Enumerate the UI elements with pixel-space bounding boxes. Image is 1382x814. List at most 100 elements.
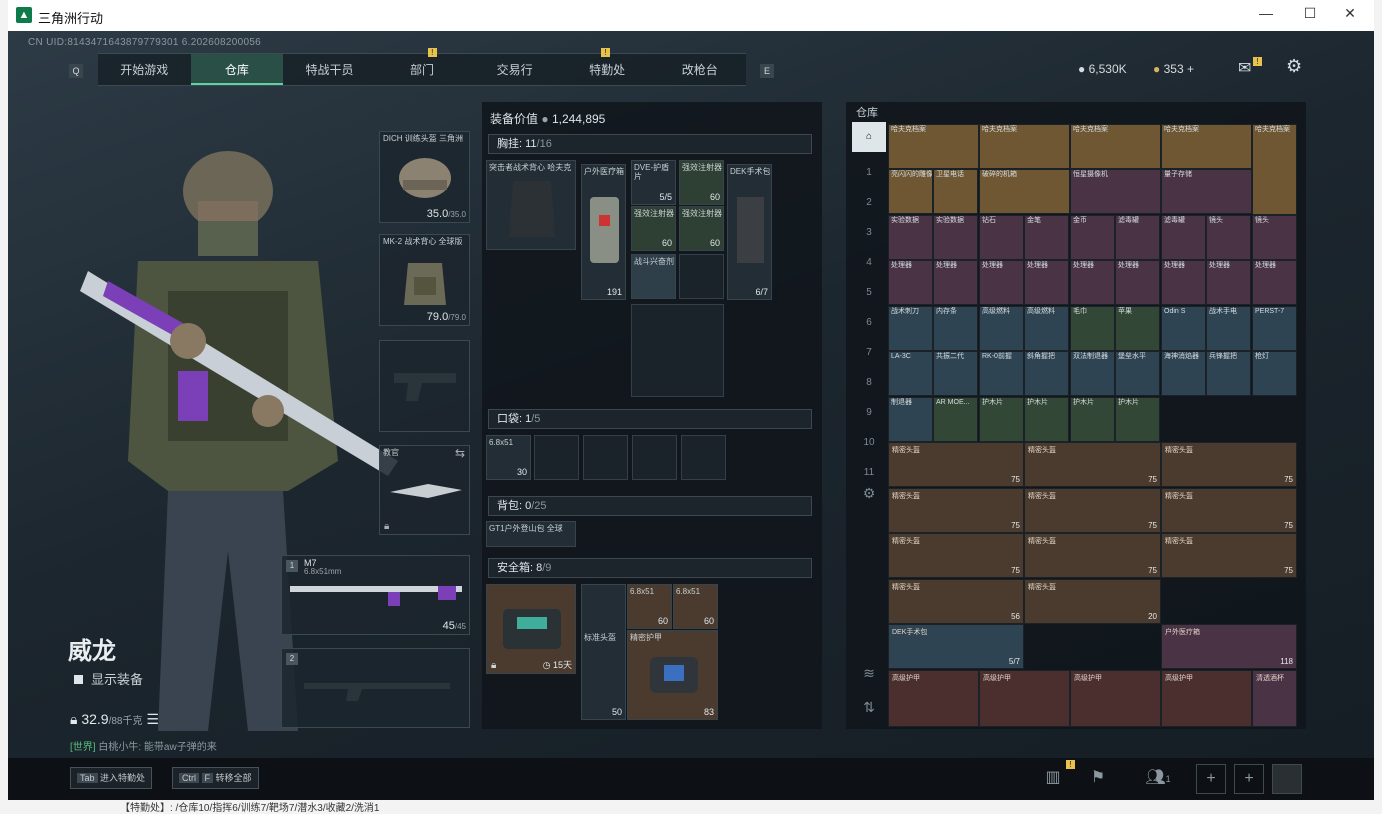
stash-settings-icon[interactable]: ⚙ [852,478,886,508]
stash-item[interactable]: Odin S [1161,306,1206,351]
minimize-button[interactable]: — [1246,5,1286,25]
stash-helmet-item[interactable]: 精密头盔 75 [1024,442,1161,487]
coin-plus-button[interactable]: + [1187,62,1194,76]
injector-item-3[interactable]: 强效注射器 60 [679,206,724,251]
stash-item[interactable]: 护木片 [979,397,1024,442]
stash-item[interactable]: 亮闪闪的雕像 [888,169,933,214]
medkit-item[interactable]: 户外医疗箱 191 [581,164,626,300]
stash-helmet-item[interactable]: 精密头盔 75 [1024,533,1161,578]
stash-item[interactable]: 共振二代 [933,351,978,396]
stash-item[interactable]: LA-3C [888,351,933,396]
stash-tab-9[interactable]: 9 [852,398,886,428]
stash-item[interactable]: 哈夫克档案 [979,124,1070,169]
stash-armor-item[interactable]: 高级护甲 [888,670,979,727]
stash-helmet-item[interactable]: 精密头盔 75 [1161,488,1297,533]
stash-tab-10[interactable]: 10 [852,428,886,458]
empty-cell[interactable] [631,304,724,397]
stash-tab-3[interactable]: 3 [852,218,886,248]
stash-tab-4[interactable]: 4 [852,248,886,278]
list-icon[interactable]: ☰ [146,711,159,727]
stash-item[interactable]: 镜头 [1206,215,1251,260]
friends-button[interactable]: 👥︎1 [1138,764,1178,794]
show-equipment-toggle[interactable]: 显示装备 [74,669,143,688]
settings-icon[interactable]: ⚙ [1286,56,1302,77]
pocket-ammo-item[interactable]: 6.8x51 30 [486,435,531,480]
injector-item-2[interactable]: 强效注射器 60 [631,206,676,251]
stash-armor-item[interactable]: 高级护甲 [1161,670,1252,727]
stash-item[interactable]: 堡垒水平 [1115,351,1160,396]
stash-item[interactable]: 处理器 [1206,260,1251,305]
stash-item[interactable]: 哈夫克档案 [1161,124,1252,169]
add-teammate-button-1[interactable]: + [1196,764,1226,794]
stash-item[interactable]: 内存条 [933,306,978,351]
helmet-slot[interactable]: DICH 训练头盔 三角洲 35.0/35.0 [379,131,470,223]
tab-warehouse[interactable]: 仓库 [190,54,284,85]
stash-dek-item[interactable]: DEK手术包 5/7 [888,624,1024,669]
vest-slot[interactable]: MK-2 战术背心 全球版 79.0/79.0 [379,234,470,326]
stash-tab-7[interactable]: 7 [852,338,886,368]
stash-item[interactable]: 实验数据 [933,215,978,260]
stash-item[interactable]: 镜头 [1252,215,1297,260]
stash-glass-item[interactable]: 清透酒杯 [1252,670,1297,727]
stash-item[interactable]: 护木片 [1024,397,1069,442]
safe-helmet-item[interactable]: 标准头盔 50 [581,584,626,720]
stash-item[interactable]: 双法制退器 [1070,351,1115,396]
stash-item[interactable]: 毛巾 [1070,306,1115,351]
secondary-weapon-slot[interactable]: 2 [281,648,470,728]
stash-item[interactable]: 哈夫克档案 [1252,124,1297,215]
stash-item[interactable]: 战术手电 [1206,306,1251,351]
stash-helmet-item[interactable]: 精密头盔 75 [1161,442,1297,487]
stash-medbox-item[interactable]: 户外医疗箱 118 [1161,624,1297,669]
stash-item[interactable]: 滤毒罐 [1161,215,1206,260]
stash-helmet-item[interactable]: 精密头盔 75 [888,533,1024,578]
layers-icon[interactable]: ≋ [852,658,886,688]
checkbox-icon[interactable] [74,675,83,684]
primary-weapon-slot[interactable]: 1 M7 6.8x51mm 45/45 [281,555,470,635]
stash-item[interactable]: 处理器 [979,260,1024,305]
tab-start-game[interactable]: 开始游戏 [98,54,191,85]
melee-slot[interactable]: 教官 ⇆ 🔒︎ [379,445,470,535]
maximize-button[interactable]: ☐ [1290,5,1330,25]
safe-ammo-item-2[interactable]: 6.8x51 60 [673,584,718,629]
dek-kit-item[interactable]: DEK手术包 6/7 [727,164,772,300]
tab-department[interactable]: 部门! [376,48,469,85]
stash-item[interactable]: 苹果 [1115,306,1160,351]
add-teammate-button-2[interactable]: + [1234,764,1264,794]
tab-operators[interactable]: 特战干员 [283,54,376,85]
stash-item[interactable]: 恒星摄像机 [1070,169,1161,214]
enter-special-ops-button[interactable]: Tab 进入特勤处 [70,767,153,789]
stash-tab-6[interactable]: 6 [852,308,886,338]
stash-item[interactable]: 卫星电话 [933,169,978,214]
pistol-slot[interactable] [379,340,470,432]
stash-item[interactable]: RK-0前握 [979,351,1024,396]
stash-armor-item[interactable]: 高级护甲 [979,670,1070,727]
stash-tab-5[interactable]: 5 [852,278,886,308]
stash-item[interactable]: 处理器 [933,260,978,305]
stash-item[interactable]: 高级燃料 [1024,306,1069,351]
combat-stim-item[interactable]: 战斗兴奋剂 [631,254,676,299]
empty-cell[interactable] [632,435,677,480]
stash-item[interactable]: 金笔 [1024,215,1069,260]
stash-item[interactable]: 高级燃料 [979,306,1024,351]
injector-item-1[interactable]: 强效注射器 60 [679,160,724,205]
stash-item[interactable]: 滤毒罐 [1115,215,1160,260]
safebox-item[interactable]: 🔒︎ ◷ 15天 [486,584,576,674]
stash-item[interactable]: 制退器 [888,397,933,442]
flag-icon[interactable]: ⚑ [1083,764,1113,794]
stash-item[interactable]: 护木片 [1115,397,1160,442]
empty-cell[interactable] [681,435,726,480]
stash-tab-1[interactable]: 1 [852,158,886,188]
stash-tab-all[interactable]: ⌂ [852,122,886,152]
stash-helmet-item[interactable]: 精密头盔 75 [888,488,1024,533]
dve-item[interactable]: DVE-护盾片 5/5 [631,160,676,205]
rig-item[interactable]: 突击者战术背心 哈夫克 [486,160,576,250]
stash-item[interactable]: 护木片 [1070,397,1115,442]
mail-icon[interactable]: ✉ [1238,58,1251,78]
stash-item[interactable]: 战术刺刀 [888,306,933,351]
tab-trading[interactable]: 交易行 [468,54,561,85]
close-button[interactable]: ✕ [1330,5,1370,25]
stash-item[interactable]: 斜角握把 [1024,351,1069,396]
transfer-all-button[interactable]: Ctrl F 转移全部 [172,767,259,789]
stash-item[interactable]: 枪灯 [1252,351,1297,396]
stash-item[interactable]: 处理器 [888,260,933,305]
